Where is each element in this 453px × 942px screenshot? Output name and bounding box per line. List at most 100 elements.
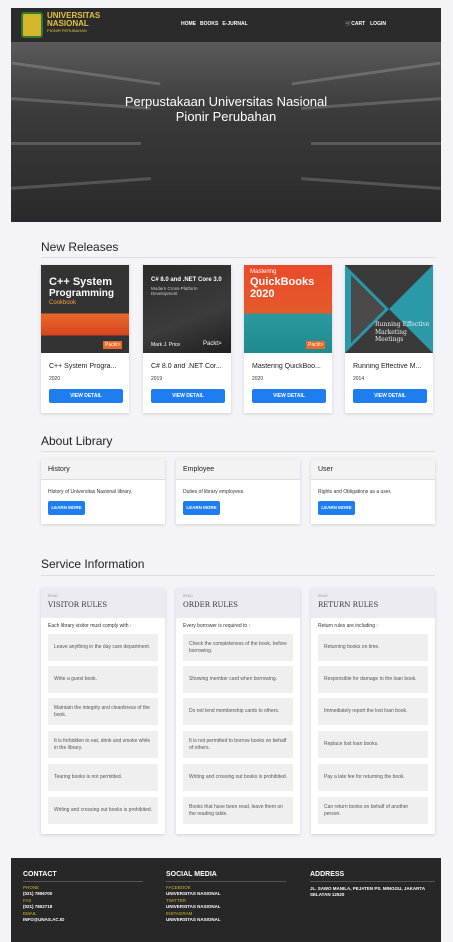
facebook-link[interactable]: UNIVERSITAS NASIONAL	[166, 891, 221, 896]
book-cover[interactable]: Running Effective Marketing Meetings	[345, 265, 433, 353]
publisher-badge: Packt>	[203, 341, 222, 347]
cover-title-mid: Marketing Meetings	[375, 329, 407, 343]
book-card[interactable]: C++ System Programming Cookbook Packt> C…	[41, 265, 129, 413]
university-logo-icon[interactable]	[21, 12, 43, 38]
card-heading: User	[311, 459, 435, 480]
book-cover[interactable]: C# 8.0 and .NET Core 3.0 Modern Cross-Pl…	[143, 265, 231, 353]
rule-item: Leave anything in the day care departmen…	[48, 634, 158, 661]
service-card-title: ORDER RULES	[183, 601, 238, 609]
cover-subtitle: Cookbook	[49, 300, 77, 306]
hero-title-line2: Pionir Perubahan	[175, 109, 277, 124]
book-year: 2019	[151, 376, 163, 382]
book-title[interactable]: C# 8.0 and .NET Cor...	[151, 363, 227, 370]
phone-label: PHONE	[23, 885, 40, 890]
contact-heading: CONTACT	[23, 871, 57, 878]
service-intro: Every borrower is required to :	[183, 623, 250, 629]
hero-title: Perpustakaan Universitas Nasional Pionir…	[11, 94, 441, 124]
nav-cart-link[interactable]: 🛒CART	[345, 21, 365, 27]
service-information-title: Service Information	[41, 557, 145, 571]
cover-title-top: Running Effective	[375, 321, 430, 328]
rule-item: Books that have been read, leave them on…	[183, 797, 293, 824]
service-intro: Each library visitor must comply with :	[48, 623, 132, 629]
rule-item: Maintain the integrity and cleanliness o…	[48, 698, 158, 725]
card-text: Duties of library employees.	[183, 489, 245, 495]
card-heading: Employee	[176, 459, 300, 480]
new-releases-title: New Releases	[41, 240, 119, 254]
book-card[interactable]: C# 8.0 and .NET Core 3.0 Modern Cross-Pl…	[143, 265, 231, 413]
view-detail-button[interactable]: VIEW DETAIL	[353, 389, 427, 403]
book-card[interactable]: Mastering QuickBooks 2020 Packt> Masteri…	[244, 265, 332, 413]
rule-item: Showing member card when borrowing.	[183, 666, 293, 693]
view-detail-button[interactable]: VIEW DETAIL	[252, 389, 326, 403]
divider	[41, 257, 435, 258]
book-title[interactable]: Mastering QuickBoo...	[252, 363, 328, 370]
divider	[41, 575, 435, 576]
cover-title-mid: QuickBooks	[250, 276, 315, 288]
site-footer: CONTACT PHONE (021) 7806700 FAX (021) 78…	[11, 858, 441, 942]
cover-title-top: C++ System	[49, 276, 112, 288]
about-card-employee: Employee Duties of library employees. LE…	[176, 459, 300, 524]
rule-item: Replace lost loan books.	[318, 731, 428, 758]
nav-links: HOME BOOKS E-JURNAL	[181, 21, 248, 27]
divider	[166, 881, 286, 882]
nav-books-link[interactable]: BOOKS	[200, 21, 218, 27]
nav-home-link[interactable]: HOME	[181, 21, 196, 27]
logo-subtitle: PIONIR PERUBAHAN	[47, 28, 87, 33]
book-title[interactable]: Running Effective M...	[353, 363, 429, 370]
view-detail-button[interactable]: VIEW DETAIL	[151, 389, 225, 403]
learn-more-button[interactable]: LEARN MORE	[318, 501, 355, 515]
read-label: READ	[183, 594, 193, 598]
learn-more-button[interactable]: LEARN MORE	[48, 501, 85, 515]
about-card-user: User Rights and Obligations as a user. L…	[311, 459, 435, 524]
nav-login-link[interactable]: LOGIN	[370, 21, 386, 27]
cover-title-top: Mastering	[250, 269, 277, 275]
rule-item: Pay a late fee for returning the book.	[318, 764, 428, 791]
nav-ejurnal-link[interactable]: E-JURNAL	[222, 21, 247, 27]
rule-item: It is forbidden to eat, drink and smoke …	[48, 731, 158, 758]
hero-title-line1: Perpustakaan Universitas Nasional	[124, 94, 328, 109]
twitter-link[interactable]: UNIVERSITAS NASIONAL	[166, 904, 221, 909]
rule-item: Returning books on time.	[318, 634, 428, 661]
book-year: 2020	[252, 376, 264, 382]
book-card[interactable]: Running Effective Marketing Meetings Run…	[345, 265, 433, 413]
email-value[interactable]: INFO@UNAS.AC.ID	[23, 917, 64, 922]
card-heading: History	[41, 459, 165, 480]
about-card-history: History History of Universitas Nasional …	[41, 459, 165, 524]
read-label: READ	[48, 594, 58, 598]
nav-right: 🛒CART LOGIN	[345, 21, 386, 27]
card-text: Rights and Obligations as a user.	[318, 489, 392, 495]
divider	[310, 881, 435, 882]
learn-more-button[interactable]: LEARN MORE	[183, 501, 220, 515]
service-card-title: RETURN RULES	[318, 601, 379, 609]
facebook-label: FACEBOOK	[166, 885, 191, 890]
phone-value[interactable]: (021) 7806700	[23, 891, 52, 896]
service-card-return: READ RETURN RULES Return rules are inclu…	[311, 588, 435, 834]
rule-item: Write a guest book.	[48, 666, 158, 693]
about-library-title: About Library	[41, 434, 113, 448]
publisher-badge: Packt>	[306, 341, 326, 349]
instagram-link[interactable]: UNIVERSITAS NASIONAL	[166, 917, 221, 922]
social-media-heading: SOCIAL MEDIA	[166, 871, 217, 878]
rule-item: It is not permitted to borrow books on b…	[183, 731, 293, 758]
cover-title-top: C# 8.0 and .NET Core 3.0	[151, 277, 222, 283]
cover-title-mid: Programming	[49, 288, 115, 299]
service-card-visitor: READ VISITOR RULES Each library visitor …	[41, 588, 165, 834]
service-card-header: READ ORDER RULES	[176, 588, 300, 618]
book-cover[interactable]: C++ System Programming Cookbook Packt>	[41, 265, 129, 353]
view-detail-button[interactable]: VIEW DETAIL	[49, 389, 123, 403]
book-cover[interactable]: Mastering QuickBooks 2020 Packt>	[244, 265, 332, 353]
instagram-label: INSTAGRAM	[166, 911, 193, 916]
cart-label: CART	[351, 21, 366, 27]
rule-item: Writing and crossing out books is prohib…	[183, 764, 293, 791]
book-year: 2014	[353, 376, 365, 382]
book-year: 2020	[49, 376, 61, 382]
fax-value: (021) 7802718	[23, 904, 53, 909]
address-text: JL. SAWO MANILA, PEJATEN PS. MINGGU, JAK…	[310, 886, 425, 897]
address-heading: ADDRESS	[310, 871, 345, 878]
cover-title-mid: Modern Cross-Platform Development	[151, 286, 198, 296]
rule-item: Writing and crossing out books is prohib…	[48, 797, 158, 824]
cover-author: Mark J. Price	[151, 342, 181, 348]
fax-label: FAX	[23, 898, 32, 903]
book-title[interactable]: C++ System Progra...	[49, 363, 125, 370]
logo-text[interactable]: UNIVERSITAS NASIONAL PIONIR PERUBAHAN	[47, 12, 107, 34]
